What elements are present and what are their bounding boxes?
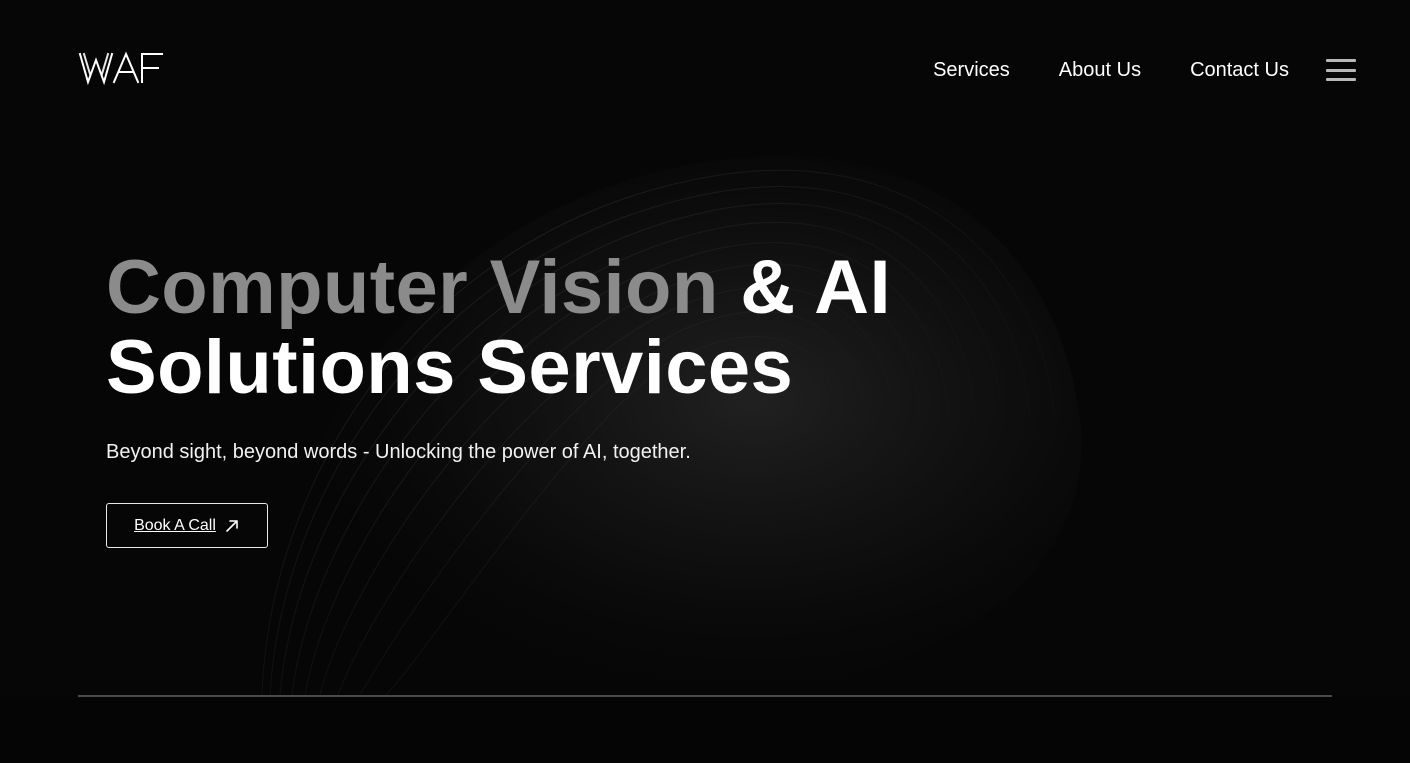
hero-subtitle: Beyond sight, beyond words - Unlocking t… — [106, 441, 691, 463]
top-nav: Services About Us Contact Us — [933, 56, 1356, 84]
hero-title-muted: Computer Vision — [106, 245, 719, 330]
hero-title-line2: Solutions Services — [106, 325, 794, 410]
hero-title: Computer Vision & AI Solutions Services — [106, 248, 891, 408]
nav-services[interactable]: Services — [933, 56, 1010, 84]
arrow-up-right-icon — [226, 519, 238, 532]
book-a-call-button[interactable]: Book A Call — [106, 503, 268, 548]
nav-contact-us[interactable]: Contact Us — [1190, 56, 1289, 84]
book-a-call-label: Book A Call — [134, 516, 216, 534]
waf-logo[interactable] — [78, 48, 166, 88]
menu-line — [1326, 68, 1356, 72]
hamburger-menu-icon[interactable] — [1326, 59, 1356, 81]
nav-about-us[interactable]: About Us — [1059, 56, 1141, 84]
section-divider — [78, 695, 1332, 697]
hero-title-accent: & AI — [740, 245, 891, 330]
menu-line — [1326, 78, 1356, 81]
page: Services About Us Contact Us Computer Vi… — [0, 0, 1410, 763]
menu-line — [1326, 59, 1356, 62]
hero-section: Services About Us Contact Us Computer Vi… — [0, 0, 1410, 695]
